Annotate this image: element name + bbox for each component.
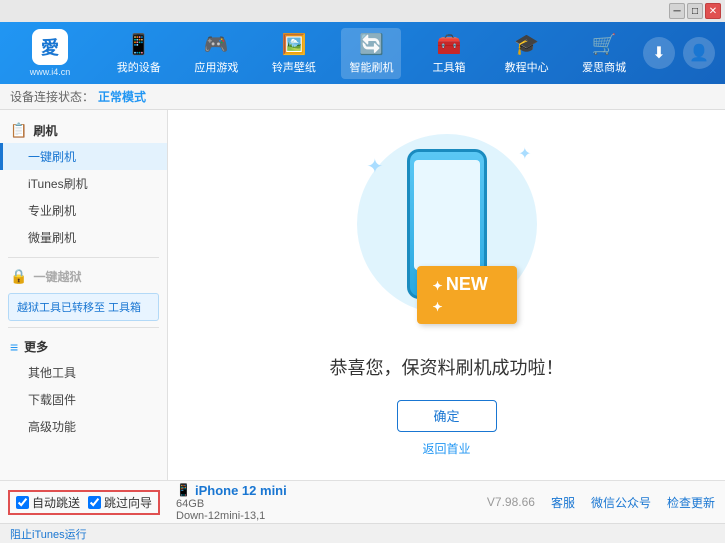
jailbreak-section-title: 一键越狱 bbox=[33, 268, 81, 285]
device-phone-icon: 📱 bbox=[176, 483, 191, 497]
sidebar-section-jailbreak: 🔒 一键越狱 越狱工具已转移至 工具箱 bbox=[0, 264, 167, 321]
auto-jump-label: 自动跳送 bbox=[32, 494, 80, 511]
success-message: 恭喜您，保资料刷机成功啦！ bbox=[330, 354, 564, 380]
minimize-button[interactable]: ─ bbox=[669, 3, 685, 19]
one-click-flash-label: 一键刷机 bbox=[28, 150, 76, 164]
sidebar-item-download-fw[interactable]: 下载固件 bbox=[0, 386, 167, 413]
sidebar-item-advanced[interactable]: 高级功能 bbox=[0, 413, 167, 440]
close-button[interactable]: ✕ bbox=[705, 3, 721, 19]
itunes-flash-label: iTunes刷机 bbox=[28, 177, 88, 191]
status-value: 正常模式 bbox=[98, 88, 146, 105]
nav-tools[interactable]: 🧰 工具箱 bbox=[419, 28, 479, 79]
title-bar: ─ □ ✕ bbox=[0, 0, 725, 22]
sidebar-item-pro-flash[interactable]: 专业刷机 bbox=[0, 197, 167, 224]
logo-icon: 愛 bbox=[32, 29, 68, 65]
flash-section-title: 刷机 bbox=[33, 122, 57, 139]
apps-icon: 🎮 bbox=[204, 32, 229, 57]
auto-jump-checkbox[interactable]: 自动跳送 bbox=[16, 494, 80, 511]
device-firmware: Down-12mini-13,1 bbox=[176, 510, 287, 522]
nav-my-device-label: 我的设备 bbox=[117, 59, 161, 75]
phone-illustration: ✦ ✦ NEW bbox=[347, 134, 547, 334]
footer-strip: 阻止iTunes运行 bbox=[0, 523, 725, 543]
nav-smart-flash[interactable]: 🔄 智能刷机 bbox=[341, 28, 401, 79]
sparkle-tr-icon: ✦ bbox=[518, 144, 531, 164]
back-link[interactable]: 返回首业 bbox=[422, 440, 470, 457]
sidebar-item-itunes-flash[interactable]: iTunes刷机 bbox=[0, 170, 167, 197]
main-layout: 📋 刷机 一键刷机 iTunes刷机 专业刷机 微量刷机 🔒 一键越狱 bbox=[0, 110, 725, 480]
jailbreak-info-box: 越狱工具已转移至 工具箱 bbox=[8, 293, 159, 321]
sidebar-item-one-click-flash[interactable]: 一键刷机 bbox=[0, 143, 167, 170]
header-right: ⬇ 👤 bbox=[643, 37, 715, 69]
check-update-link[interactable]: 检查更新 bbox=[667, 494, 715, 511]
smart-flash-icon: 🔄 bbox=[359, 32, 384, 57]
confirm-button[interactable]: 确定 bbox=[397, 400, 497, 432]
sidebar-section-flash-header: 📋 刷机 bbox=[0, 118, 167, 143]
sidebar-item-other-tools[interactable]: 其他工具 bbox=[0, 359, 167, 386]
tools-icon: 🧰 bbox=[437, 32, 462, 57]
tutorials-icon: 🎓 bbox=[514, 32, 539, 57]
download-fw-label: 下载固件 bbox=[28, 393, 76, 407]
my-device-icon: 📱 bbox=[126, 32, 151, 57]
flash-section-icon: 📋 bbox=[10, 122, 27, 139]
customer-service-link[interactable]: 客服 bbox=[551, 494, 575, 511]
checkboxes-group: 自动跳送 跳过向导 bbox=[10, 492, 158, 513]
status-bar: 设备连接状态： 正常模式 bbox=[0, 84, 725, 110]
sidebar-section-more-header: ≡ 更多 bbox=[0, 334, 167, 359]
jailbreak-section-icon: 🔒 bbox=[10, 268, 27, 285]
block-itunes-link[interactable]: 阻止iTunes运行 bbox=[10, 526, 87, 542]
skip-wizard-checkbox[interactable]: 跳过向导 bbox=[88, 494, 152, 511]
other-tools-label: 其他工具 bbox=[28, 366, 76, 380]
phone-screen bbox=[414, 160, 480, 270]
nav-apps[interactable]: 🎮 应用游戏 bbox=[186, 28, 246, 79]
sidebar-item-micro-flash[interactable]: 微量刷机 bbox=[0, 224, 167, 251]
sidebar-section-more: ≡ 更多 其他工具 下载固件 高级功能 bbox=[0, 334, 167, 440]
sparkle-tl-icon: ✦ bbox=[367, 154, 384, 179]
account-button[interactable]: 👤 bbox=[683, 37, 715, 69]
nav-tutorials-label: 教程中心 bbox=[505, 59, 549, 75]
new-badge: NEW bbox=[417, 266, 517, 324]
confirm-button-label: 确定 bbox=[433, 406, 459, 425]
nav-wallpaper-label: 铃声壁纸 bbox=[272, 59, 316, 75]
bottom-bar: 自动跳送 跳过向导 📱 iPhone 12 mini 64GB Down-12m… bbox=[0, 480, 725, 523]
sidebar-divider-2 bbox=[8, 327, 159, 328]
more-section-icon: ≡ bbox=[10, 339, 18, 355]
version-label: V7.98.66 bbox=[487, 495, 535, 509]
device-storage: 64GB bbox=[176, 498, 287, 510]
skip-wizard-label: 跳过向导 bbox=[104, 494, 152, 511]
auto-jump-input[interactable] bbox=[16, 496, 29, 509]
nav-store[interactable]: 🛒 爱思商城 bbox=[574, 28, 634, 79]
content-area: ✦ ✦ NEW 恭喜您，保资料刷机成功啦！ 确定 返回首业 bbox=[168, 110, 725, 480]
nav-store-label: 爱思商城 bbox=[582, 59, 626, 75]
nav-smart-flash-label: 智能刷机 bbox=[349, 59, 393, 75]
store-icon: 🛒 bbox=[592, 32, 617, 57]
device-info: 📱 iPhone 12 mini 64GB Down-12mini-13,1 bbox=[176, 483, 287, 522]
device-name: iPhone 12 mini bbox=[195, 483, 287, 498]
nav-wallpaper[interactable]: 🖼️ 铃声壁纸 bbox=[264, 28, 324, 79]
skip-wizard-input[interactable] bbox=[88, 496, 101, 509]
logo-url: www.i4.cn bbox=[30, 67, 71, 77]
sidebar-section-flash: 📋 刷机 一键刷机 iTunes刷机 专业刷机 微量刷机 bbox=[0, 118, 167, 251]
sidebar-section-jailbreak-header: 🔒 一键越狱 bbox=[0, 264, 167, 289]
more-section-title: 更多 bbox=[24, 338, 48, 355]
bottom-left: 自动跳送 跳过向导 📱 iPhone 12 mini 64GB Down-12m… bbox=[10, 483, 487, 522]
advanced-label: 高级功能 bbox=[28, 420, 76, 434]
pro-flash-label: 专业刷机 bbox=[28, 204, 76, 218]
nav-tools-label: 工具箱 bbox=[433, 59, 466, 75]
download-button[interactable]: ⬇ bbox=[643, 37, 675, 69]
wallpaper-icon: 🖼️ bbox=[281, 32, 306, 57]
nav-my-device[interactable]: 📱 我的设备 bbox=[109, 28, 169, 79]
nav-bar: 📱 我的设备 🎮 应用游戏 🖼️ 铃声壁纸 🔄 智能刷机 🧰 工具箱 🎓 教程中… bbox=[100, 28, 643, 79]
logo[interactable]: 愛 www.i4.cn bbox=[10, 29, 90, 77]
nav-apps-label: 应用游戏 bbox=[194, 59, 238, 75]
micro-flash-label: 微量刷机 bbox=[28, 231, 76, 245]
nav-tutorials[interactable]: 🎓 教程中心 bbox=[497, 28, 557, 79]
sidebar-divider-1 bbox=[8, 257, 159, 258]
header: 愛 www.i4.cn 📱 我的设备 🎮 应用游戏 🖼️ 铃声壁纸 🔄 智能刷机… bbox=[0, 22, 725, 84]
bottom-right: V7.98.66 客服 微信公众号 检查更新 bbox=[487, 494, 715, 511]
maximize-button[interactable]: □ bbox=[687, 3, 703, 19]
sidebar: 📋 刷机 一键刷机 iTunes刷机 专业刷机 微量刷机 🔒 一键越狱 bbox=[0, 110, 168, 480]
status-label: 设备连接状态： bbox=[10, 88, 94, 105]
wechat-link[interactable]: 微信公众号 bbox=[591, 494, 651, 511]
jailbreak-info-text: 越狱工具已转移至 工具箱 bbox=[17, 302, 141, 314]
